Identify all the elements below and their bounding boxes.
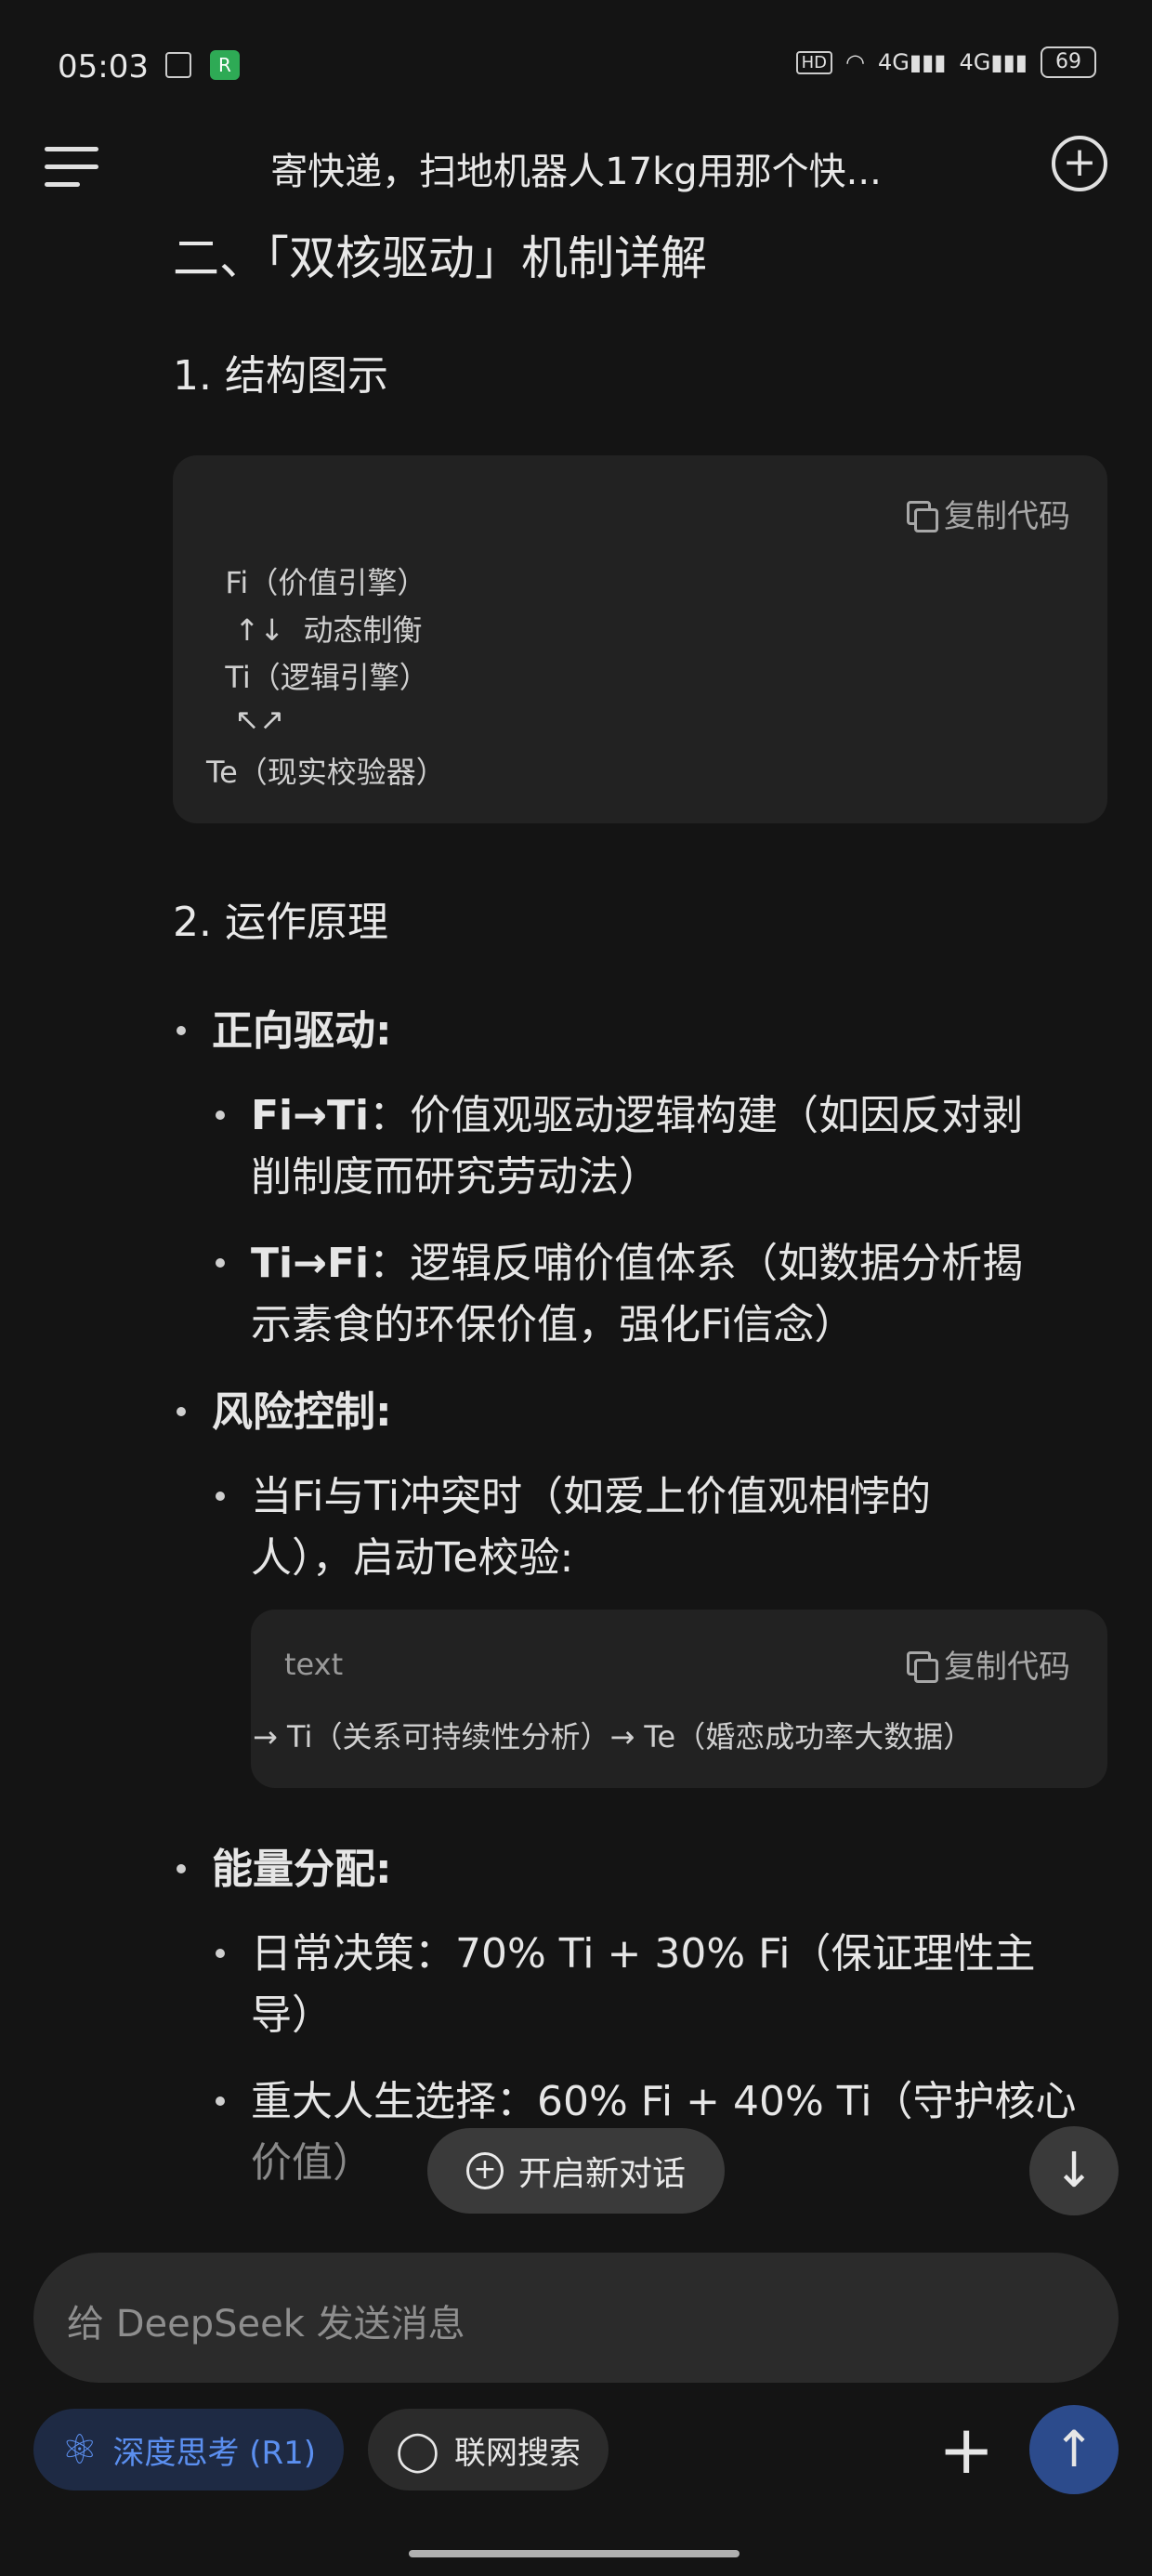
wifi-icon: ◠ [845, 49, 865, 75]
globe-icon: ◯ [396, 2426, 440, 2473]
deep-think-toggle[interactable]: ⚛ 深度思考 (R1) [33, 2409, 345, 2491]
copy-icon [907, 500, 938, 532]
copy-icon [907, 1650, 938, 1683]
chat-title: 寄快递，扫地机器人17kg用那个快... [270, 151, 882, 193]
code-lang-label: text [284, 1647, 344, 1682]
arrow-down-icon: ↓ [1054, 2143, 1094, 2199]
code-line: ↑↓ 动态制衡 [206, 612, 423, 648]
new-chat-button[interactable]: + 开启新对话 [427, 2128, 725, 2214]
code-line: Fi（价值引擎） [206, 565, 427, 600]
attach-plus-button[interactable]: + [938, 2414, 994, 2485]
notification-icon [165, 52, 191, 78]
code-block-structure: 复制代码 Fi（价值引擎） ↑↓ 动态制衡 Ti（逻辑引擎） ↖↗ Te（现实校… [173, 455, 1107, 823]
copy-code-button[interactable]: 复制代码 [907, 491, 1070, 536]
bullet-risk-detail: 当Fi与Ti冲突时（如爱上价值观相悖的 [251, 1473, 932, 1520]
send-button[interactable]: ↑ [1029, 2405, 1119, 2494]
status-icons: HD ◠ 4G▮▮▮ 4G▮▮▮ 69 [795, 46, 1096, 78]
bullet-daily-decision-cont: 导） [251, 1991, 333, 2039]
bullet-forward-drive: 正向驱动: [212, 1007, 392, 1055]
web-search-toggle[interactable]: ◯ 联网搜索 [368, 2409, 609, 2491]
hd-icon: HD [795, 50, 833, 74]
atom-icon: ⚛ [61, 2425, 98, 2474]
bullet-ti-fi-cont: 示素食的环保价值，强化Fi信念） [251, 1301, 856, 1348]
bullet-major-choice-cont: 价值） [251, 2139, 373, 2187]
signal-4g-icon-2: 4G▮▮▮ [959, 49, 1028, 75]
bullet-daily-decision: 日常决策：70% Ti + 30% Fi（保证理性主 [251, 1930, 1036, 1978]
bullet-risk-detail-cont: 人），启动Te校验: [251, 1534, 574, 1582]
scroll-down-button[interactable]: ↓ [1029, 2126, 1119, 2215]
code-line: Ti（逻辑引擎） [206, 660, 429, 695]
arrow-up-icon: ↑ [1053, 2420, 1095, 2478]
bullet-fi-ti-cont: 削制度而研究劳动法） [251, 1153, 660, 1201]
status-time: 05:03 [58, 48, 149, 85]
bullet-risk-control: 风险控制: [212, 1388, 392, 1436]
code-block-te-check: text 复制代码 → Ti（关系可持续性分析）→ Te（婚恋成功率大数据） [251, 1610, 1107, 1788]
signal-4g-icon: 4G▮▮▮ [878, 49, 947, 75]
code-line: → Ti（关系可持续性分析）→ Te（婚恋成功率大数据） [253, 1719, 974, 1755]
subsection-structure-title: 1. 结构图示 [173, 352, 388, 400]
code-line: ↖↗ [206, 702, 285, 737]
code-line: Te（现实校验器） [206, 755, 446, 790]
bullet-energy-allocation: 能量分配: [212, 1846, 392, 1893]
bullet-fi-ti: Fi→Ti：价值观驱动逻辑构建（如因反对剥 [251, 1092, 1024, 1139]
new-chat-icon[interactable]: + [1052, 136, 1107, 191]
message-input-placeholder: 给 DeepSeek 发送消息 [67, 2303, 465, 2346]
app-notification-icon: R [210, 50, 240, 80]
bullet-ti-fi: Ti→Fi：逻辑反哺价值体系（如数据分析揭 [251, 1240, 1024, 1287]
copy-code-button[interactable]: 复制代码 [907, 1641, 1070, 1687]
subsection-principle-title: 2. 运作原理 [173, 899, 388, 946]
home-indicator [409, 2550, 740, 2557]
section-heading: 二、「双核驱动」机制详解 [173, 231, 707, 285]
battery-indicator: 69 [1041, 46, 1096, 78]
bullet-major-choice: 重大人生选择：60% Fi + 40% Ti（守护核心 [251, 2078, 1077, 2125]
add-chat-icon: + [465, 2152, 504, 2189]
